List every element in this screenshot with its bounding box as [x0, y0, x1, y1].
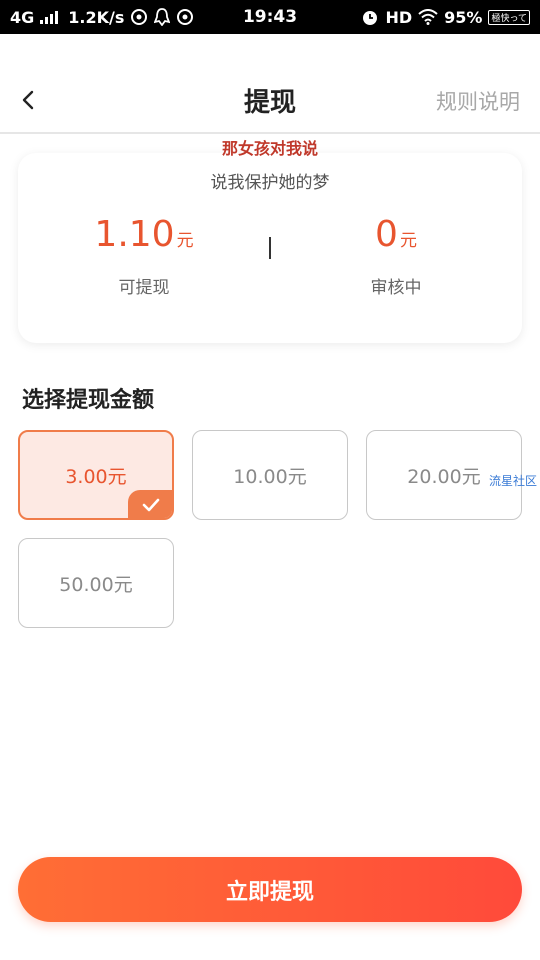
amount-option-10[interactable]: 10.00元 — [192, 430, 348, 520]
amount-option-label: 3.00元 — [65, 465, 127, 488]
available-label: 可提现 — [118, 278, 170, 298]
pending-amount: 0 — [375, 214, 398, 255]
watermark-text: 流星社区 — [489, 474, 538, 488]
overlay-caption-2: 说我保护她的梦 — [210, 173, 330, 193]
signal-icon — [40, 10, 62, 24]
rules-link[interactable]: 规则说明 — [436, 86, 520, 116]
amount-option-label: 20.00元 — [407, 465, 481, 488]
available-amount: 1.10 — [94, 214, 175, 255]
net-speed: 1.2K/s — [68, 7, 125, 27]
battery-level: 95% — [444, 7, 483, 27]
pending-label: 审核中 — [370, 278, 422, 298]
wifi-icon — [418, 9, 438, 25]
section-title: 选择提现金额 — [22, 388, 155, 413]
network-type: 4G — [10, 7, 35, 27]
withdraw-page: 4G 1.2K/s 19:43 HD 95% 極快って 提现 规则说明 那女孩对… — [0, 0, 540, 960]
alarm-icon — [361, 8, 379, 26]
overlay-caption-1: 那女孩对我说 — [221, 139, 318, 158]
amount-option-50[interactable]: 50.00元 — [18, 538, 174, 628]
amount-option-label: 50.00元 — [59, 573, 133, 596]
qq-icon — [154, 8, 171, 26]
amount-option-label: 10.00元 — [233, 465, 307, 488]
selected-check-badge — [128, 490, 172, 518]
app-notification-icon — [130, 8, 148, 26]
status-bar: 4G 1.2K/s 19:43 HD 95% 極快って — [0, 0, 540, 34]
status-tag: 極快って — [488, 9, 530, 25]
amount-option-3[interactable]: 3.00元 — [18, 430, 174, 520]
withdraw-button[interactable]: 立即提现 — [18, 857, 522, 922]
pending-balance: 0元 审核中 — [270, 214, 522, 299]
check-icon — [142, 498, 160, 512]
available-balance: 1.10 元 可提现 — [18, 214, 270, 299]
app-notification-icon-2 — [176, 8, 194, 26]
pending-unit: 元 — [399, 231, 417, 251]
hd-indicator: HD — [385, 7, 413, 27]
available-unit: 元 — [176, 231, 194, 251]
navigation-header: 提现 规则说明 — [0, 34, 540, 134]
